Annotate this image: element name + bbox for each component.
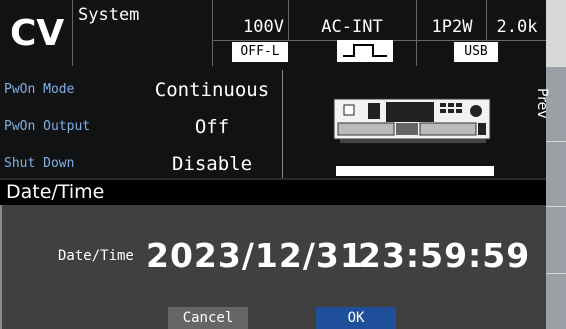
screen-name: System bbox=[78, 5, 140, 25]
power-capacity: 2.0k bbox=[496, 17, 538, 37]
softkey-4[interactable] bbox=[546, 273, 566, 329]
setting-row-shut-down[interactable]: Shut Down Disable bbox=[0, 148, 282, 178]
date-field[interactable]: 2023/12/31 bbox=[146, 236, 364, 276]
cancel-button[interactable]: Cancel bbox=[168, 307, 248, 329]
interface-badge: USB bbox=[454, 42, 498, 62]
progress-bar bbox=[336, 166, 494, 176]
header-divider bbox=[288, 0, 289, 40]
mode-indicator: CV bbox=[10, 13, 65, 54]
header-divider bbox=[72, 0, 73, 66]
header-divider bbox=[486, 0, 487, 40]
softkey-column bbox=[546, 0, 566, 329]
header-divider bbox=[416, 0, 417, 66]
setting-label: PwOn Mode bbox=[4, 82, 75, 97]
setting-label: Shut Down bbox=[4, 156, 75, 171]
instrument-screen: CV System 100V AC-INT 1P2W 2.0k OFF-L US… bbox=[0, 0, 566, 329]
panel-divider bbox=[282, 70, 283, 178]
device-icon bbox=[330, 97, 500, 153]
setting-value: Disable bbox=[171, 153, 253, 175]
softkey-3[interactable] bbox=[546, 206, 566, 273]
setting-row-pwon-output[interactable]: PwOn Output Off bbox=[0, 111, 282, 141]
header-divider bbox=[212, 0, 213, 66]
setting-label: PwOn Output bbox=[4, 119, 91, 134]
setting-value: Continuous bbox=[154, 79, 270, 101]
wiring-mode: 1P2W bbox=[431, 17, 473, 37]
setting-value: Off bbox=[194, 116, 230, 138]
voltage-range: 100V bbox=[243, 17, 284, 37]
sine-wave-icon bbox=[337, 40, 393, 62]
time-field[interactable]: 23:59:59 bbox=[358, 236, 530, 276]
setting-row-pwon-mode[interactable]: PwOn Mode Continuous bbox=[0, 74, 282, 104]
date-time-label: Date/Time bbox=[58, 248, 134, 264]
softkey-2[interactable] bbox=[546, 141, 566, 206]
softkey-prev-label: Prev bbox=[534, 88, 550, 119]
output-state-badge: OFF-L bbox=[232, 42, 288, 62]
ok-button[interactable]: OK bbox=[316, 307, 396, 329]
signal-source: AC-INT bbox=[321, 17, 383, 37]
dialog-title: Date/Time bbox=[0, 180, 546, 205]
status-header: CV System 100V AC-INT 1P2W 2.0k OFF-L US… bbox=[0, 0, 546, 66]
